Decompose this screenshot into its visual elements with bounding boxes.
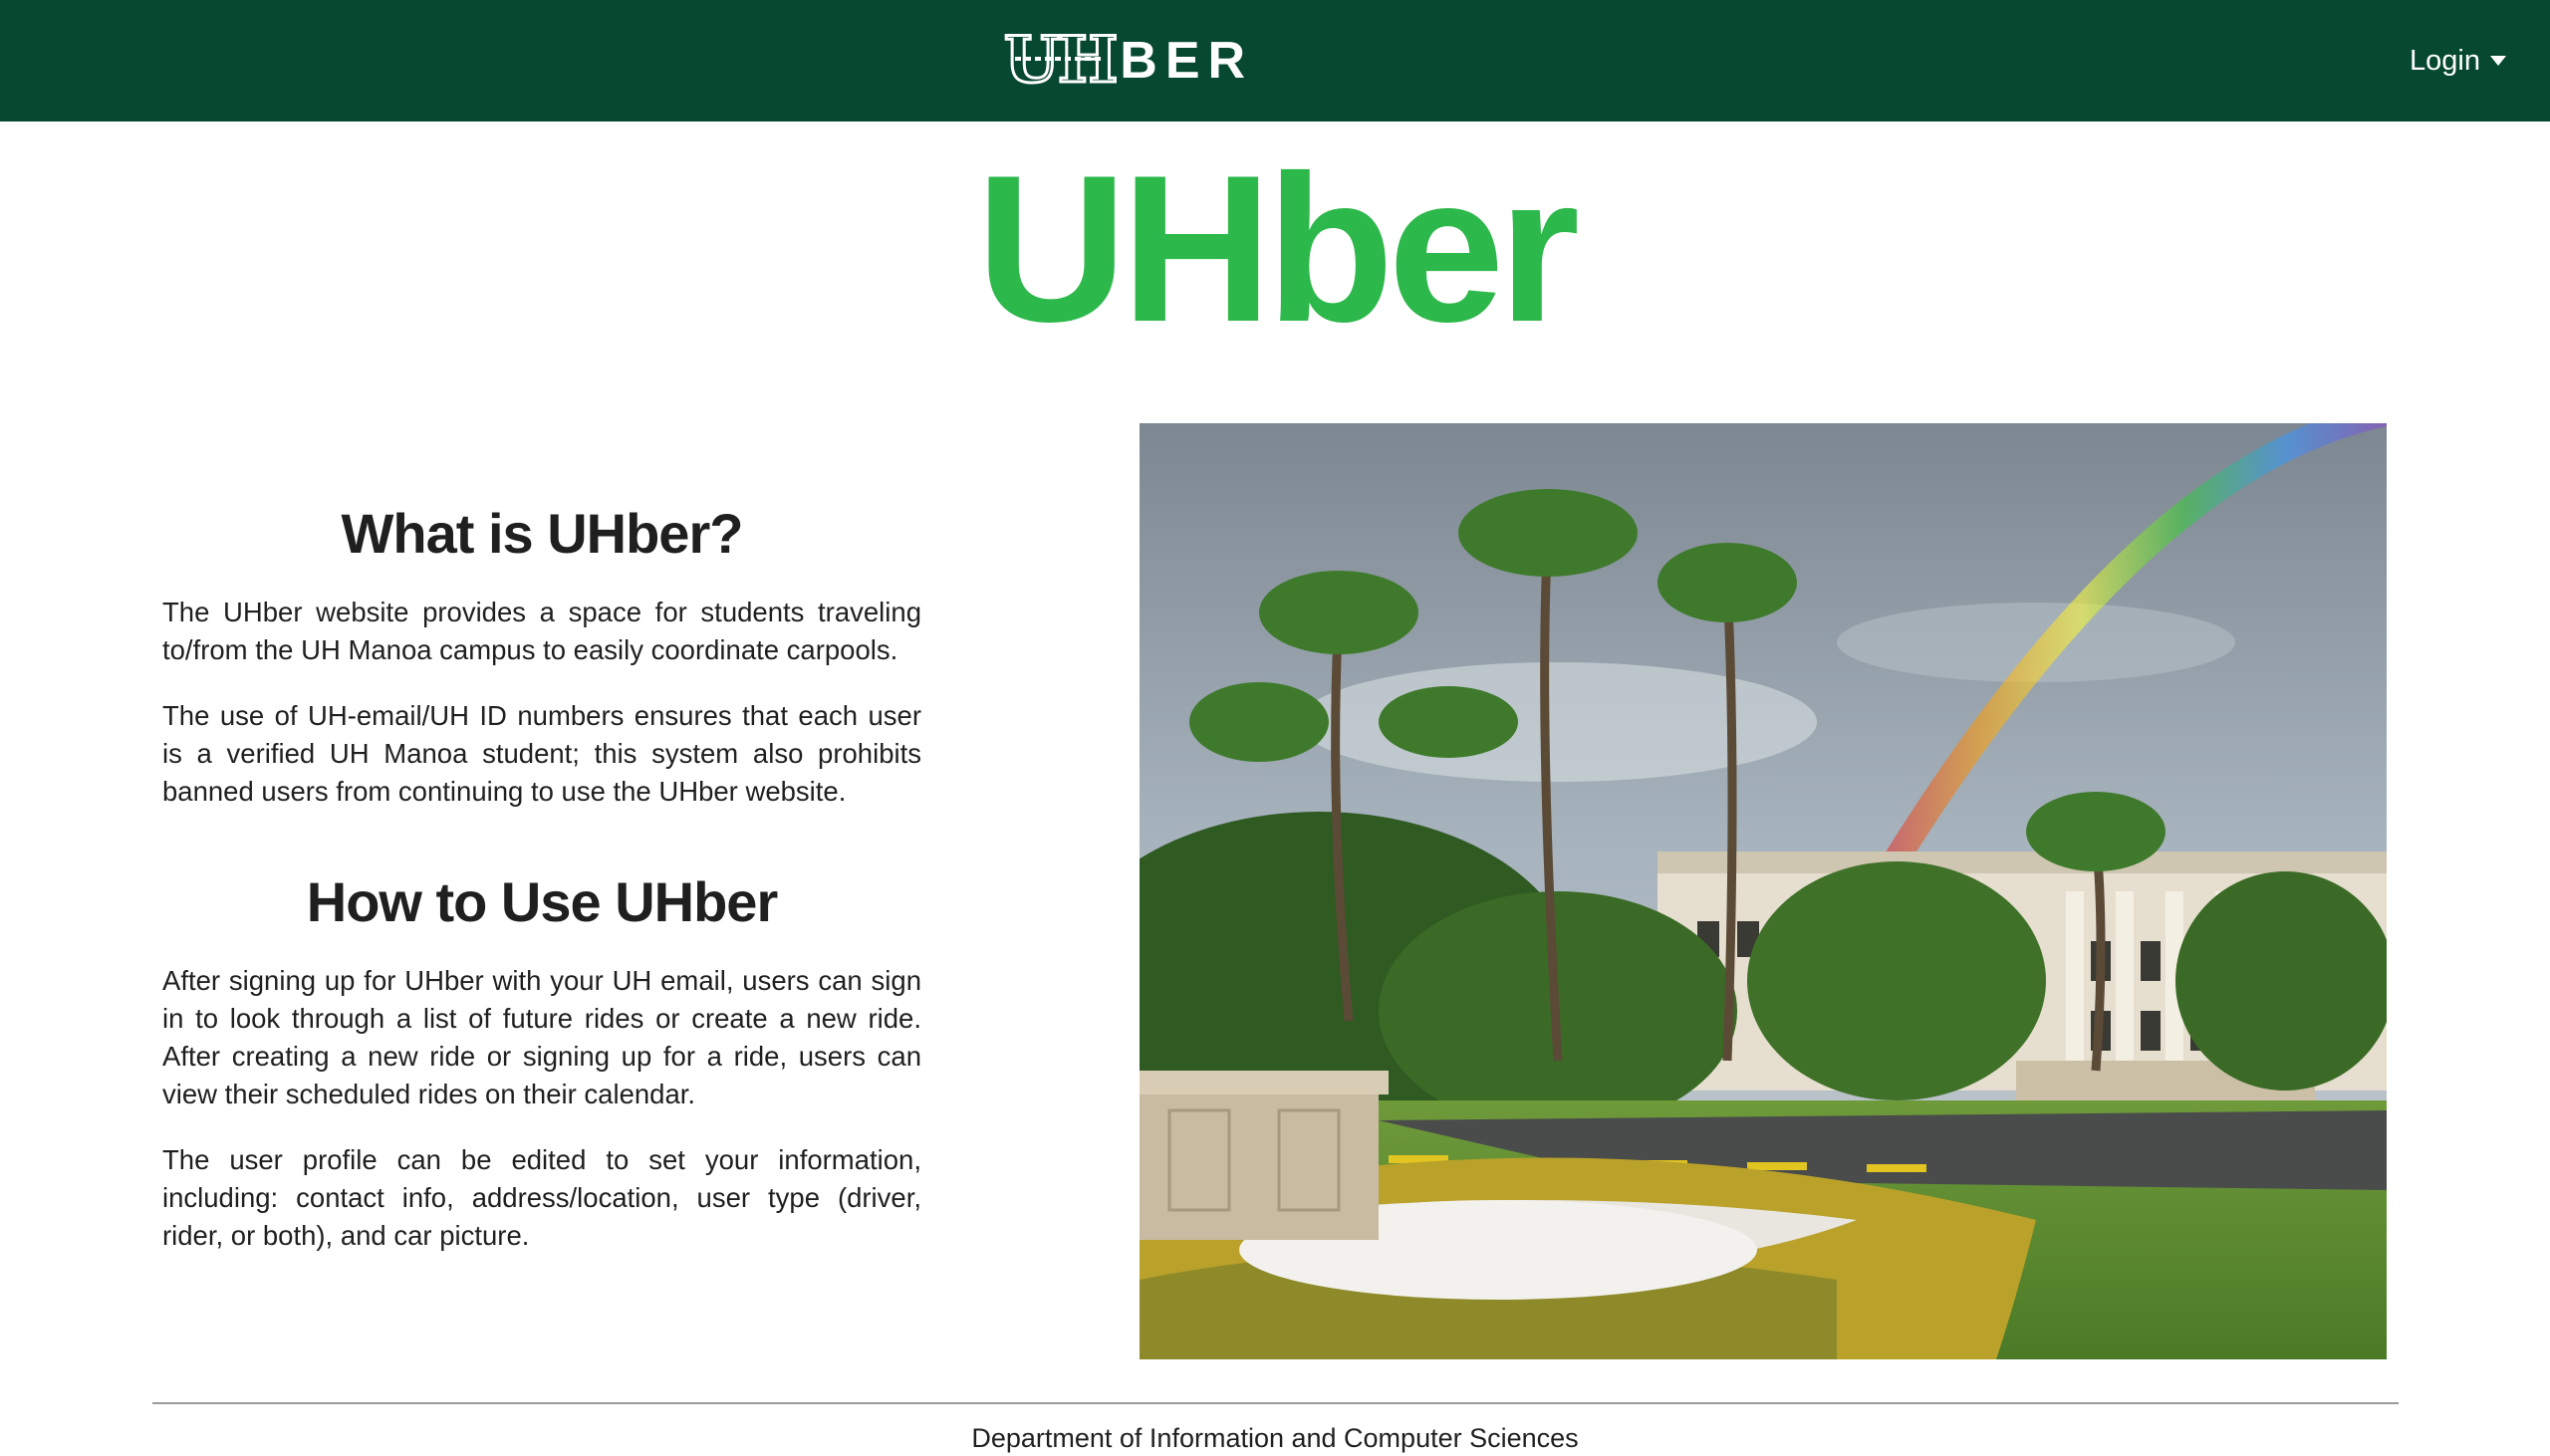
info-column: What is UHber? The UHber website provide… <box>162 498 921 1283</box>
brand-logo[interactable]: UH BER <box>1002 23 1254 98</box>
footer-divider <box>152 1402 2399 1404</box>
howto-heading: How to Use UHber <box>306 870 779 933</box>
uh-logo-letters: UH <box>1002 23 1119 98</box>
about-heading: What is UHber? <box>341 502 744 565</box>
campus-photo <box>1140 423 2387 1359</box>
about-paragraph: The UHber website provides a space for s… <box>162 597 921 665</box>
caret-down-icon <box>2490 56 2506 66</box>
login-label: Login <box>2410 44 2480 77</box>
brand-text: BER <box>1120 32 1254 90</box>
about-paragraph: The use of UH-email/UH ID numbers ensure… <box>162 700 921 807</box>
login-dropdown[interactable]: Login <box>2410 38 2506 84</box>
howto-paragraph: The user profile can be edited to set yo… <box>162 1144 921 1251</box>
hero-title: UHber <box>975 131 1580 365</box>
footer-text: Department of Information and Computer S… <box>971 1423 1579 1453</box>
uh-logo-mark: UH <box>1002 23 1119 98</box>
top-navbar: UH BER Login <box>0 0 2550 121</box>
howto-paragraph: After signing up for UHber with your UH … <box>162 965 921 1109</box>
